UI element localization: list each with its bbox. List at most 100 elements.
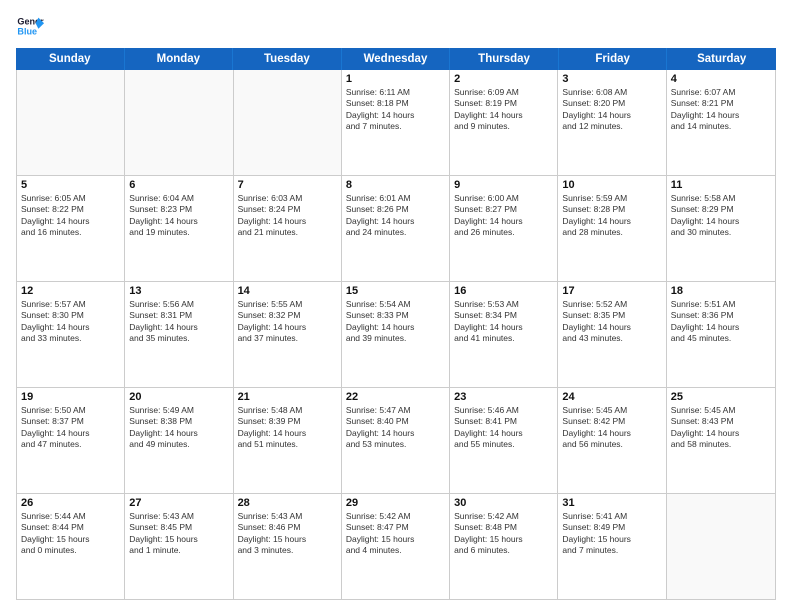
calendar-cell-r4c5: 31 Sunrise: 5:41 AM Sunset: 8:49 PM Dayli…: [558, 494, 666, 599]
calendar-cell-r0c1: [125, 70, 233, 175]
cell-text: Sunrise: 5:55 AM Sunset: 8:32 PM Dayligh…: [238, 299, 337, 345]
calendar-cell-r1c1: 6 Sunrise: 6:04 AM Sunset: 8:23 PM Daylig…: [125, 176, 233, 281]
calendar-cell-r3c4: 23Sunrise: 5:46 AM Sunset: 8:41 PM Dayli…: [450, 388, 558, 493]
cell-text: Sunrise: 6:05 AM Sunset: 8:22 PM Dayligh…: [21, 193, 120, 239]
calendar-cell-r0c0: [17, 70, 125, 175]
cell-text: Sunrise: 5:41 AM Sunset: 8:49 PM Dayligh…: [562, 511, 661, 557]
day-number: 6: [129, 179, 228, 191]
logo-icon: General Blue: [16, 12, 44, 40]
day-number: 10: [562, 179, 661, 191]
page: General Blue Sunday Monday Tuesday Wedne…: [0, 0, 792, 612]
calendar-cell-r2c2: 14 Sunrise: 5:55 AM Sunset: 8:32 PM Dayli…: [234, 282, 342, 387]
calendar-cell-r2c6: 18 Sunrise: 5:51 AM Sunset: 8:36 PM Dayli…: [667, 282, 775, 387]
cell-text: Sunrise: 5:57 AM Sunset: 8:30 PM Dayligh…: [21, 299, 120, 345]
cell-text: Sunrise: 5:54 AM Sunset: 8:33 PM Dayligh…: [346, 299, 445, 345]
calendar-cell-r3c1: 20 Sunrise: 5:49 AM Sunset: 8:38 PM Dayli…: [125, 388, 233, 493]
header: General Blue: [16, 12, 776, 40]
day-number: 27: [129, 497, 228, 509]
day-number: 20: [129, 391, 228, 403]
calendar-cell-r3c2: 21 Sunrise: 5:48 AM Sunset: 8:39 PM Dayli…: [234, 388, 342, 493]
day-number: 14: [238, 285, 337, 297]
calendar: Sunday Monday Tuesday Wednesday Thursday…: [16, 48, 776, 600]
calendar-cell-r3c5: 24 Sunrise: 5:45 AM Sunset: 8:42 PM Dayli…: [558, 388, 666, 493]
cell-text: Sunrise: 5:45 AM Sunset: 8:42 PM Dayligh…: [562, 405, 661, 451]
cell-text: Sunrise: 5:42 AM Sunset: 8:47 PM Dayligh…: [346, 511, 445, 557]
calendar-cell-r3c6: 25Sunrise: 5:45 AM Sunset: 8:43 PM Dayli…: [667, 388, 775, 493]
calendar-cell-r3c3: 22 Sunrise: 5:47 AM Sunset: 8:40 PM Dayli…: [342, 388, 450, 493]
header-monday: Monday: [125, 48, 234, 70]
day-number: 1: [346, 73, 445, 85]
calendar-cell-r4c3: 29 Sunrise: 5:42 AM Sunset: 8:47 PM Dayli…: [342, 494, 450, 599]
calendar-week-3: 12Sunrise: 5:57 AM Sunset: 8:30 PM Dayli…: [17, 282, 775, 388]
day-number: 9: [454, 179, 553, 191]
cell-text: Sunrise: 5:43 AM Sunset: 8:46 PM Dayligh…: [238, 511, 337, 557]
cell-text: Sunrise: 6:11 AM Sunset: 8:18 PM Dayligh…: [346, 87, 445, 133]
day-number: 19: [21, 391, 120, 403]
cell-text: Sunrise: 5:58 AM Sunset: 8:29 PM Dayligh…: [671, 193, 771, 239]
cell-text: Sunrise: 5:47 AM Sunset: 8:40 PM Dayligh…: [346, 405, 445, 451]
cell-text: Sunrise: 6:01 AM Sunset: 8:26 PM Dayligh…: [346, 193, 445, 239]
calendar-week-4: 19Sunrise: 5:50 AM Sunset: 8:37 PM Dayli…: [17, 388, 775, 494]
day-number: 18: [671, 285, 771, 297]
day-number: 22: [346, 391, 445, 403]
day-number: 3: [562, 73, 661, 85]
cell-text: Sunrise: 6:04 AM Sunset: 8:23 PM Dayligh…: [129, 193, 228, 239]
calendar-cell-r0c6: 4Sunrise: 6:07 AM Sunset: 8:21 PM Daylig…: [667, 70, 775, 175]
calendar-cell-r1c2: 7Sunrise: 6:03 AM Sunset: 8:24 PM Daylig…: [234, 176, 342, 281]
calendar-cell-r2c3: 15 Sunrise: 5:54 AM Sunset: 8:33 PM Dayli…: [342, 282, 450, 387]
calendar-cell-r4c2: 28 Sunrise: 5:43 AM Sunset: 8:46 PM Dayli…: [234, 494, 342, 599]
day-number: 7: [238, 179, 337, 191]
calendar-week-2: 5 Sunrise: 6:05 AM Sunset: 8:22 PM Daylig…: [17, 176, 775, 282]
header-tuesday: Tuesday: [233, 48, 342, 70]
calendar-cell-r1c5: 10 Sunrise: 5:59 AM Sunset: 8:28 PM Dayli…: [558, 176, 666, 281]
header-wednesday: Wednesday: [342, 48, 451, 70]
calendar-cell-r1c6: 11 Sunrise: 5:58 AM Sunset: 8:29 PM Dayli…: [667, 176, 775, 281]
calendar-header: Sunday Monday Tuesday Wednesday Thursday…: [16, 48, 776, 70]
cell-text: Sunrise: 5:51 AM Sunset: 8:36 PM Dayligh…: [671, 299, 771, 345]
day-number: 2: [454, 73, 553, 85]
cell-text: Sunrise: 5:56 AM Sunset: 8:31 PM Dayligh…: [129, 299, 228, 345]
day-number: 8: [346, 179, 445, 191]
cell-text: Sunrise: 5:59 AM Sunset: 8:28 PM Dayligh…: [562, 193, 661, 239]
cell-text: Sunrise: 5:53 AM Sunset: 8:34 PM Dayligh…: [454, 299, 553, 345]
cell-text: Sunrise: 5:42 AM Sunset: 8:48 PM Dayligh…: [454, 511, 553, 557]
calendar-week-1: 1 Sunrise: 6:11 AM Sunset: 8:18 PM Daylig…: [17, 70, 775, 176]
cell-text: Sunrise: 5:44 AM Sunset: 8:44 PM Dayligh…: [21, 511, 120, 557]
calendar-cell-r2c0: 12Sunrise: 5:57 AM Sunset: 8:30 PM Dayli…: [17, 282, 125, 387]
day-number: 5: [21, 179, 120, 191]
calendar-rows: 1 Sunrise: 6:11 AM Sunset: 8:18 PM Daylig…: [17, 70, 775, 599]
calendar-cell-r2c5: 17 Sunrise: 5:52 AM Sunset: 8:35 PM Dayli…: [558, 282, 666, 387]
header-sunday: Sunday: [16, 48, 125, 70]
day-number: 23: [454, 391, 553, 403]
calendar-cell-r1c3: 8 Sunrise: 6:01 AM Sunset: 8:26 PM Daylig…: [342, 176, 450, 281]
cell-text: Sunrise: 5:43 AM Sunset: 8:45 PM Dayligh…: [129, 511, 228, 557]
cell-text: Sunrise: 5:45 AM Sunset: 8:43 PM Dayligh…: [671, 405, 771, 451]
day-number: 13: [129, 285, 228, 297]
day-number: 28: [238, 497, 337, 509]
day-number: 31: [562, 497, 661, 509]
calendar-cell-r4c6: [667, 494, 775, 599]
day-number: 24: [562, 391, 661, 403]
cell-text: Sunrise: 5:52 AM Sunset: 8:35 PM Dayligh…: [562, 299, 661, 345]
calendar-cell-r0c3: 1 Sunrise: 6:11 AM Sunset: 8:18 PM Daylig…: [342, 70, 450, 175]
day-number: 15: [346, 285, 445, 297]
calendar-cell-r4c0: 26 Sunrise: 5:44 AM Sunset: 8:44 PM Dayli…: [17, 494, 125, 599]
calendar-cell-r2c4: 16Sunrise: 5:53 AM Sunset: 8:34 PM Dayli…: [450, 282, 558, 387]
cell-text: Sunrise: 5:48 AM Sunset: 8:39 PM Dayligh…: [238, 405, 337, 451]
cell-text: Sunrise: 6:00 AM Sunset: 8:27 PM Dayligh…: [454, 193, 553, 239]
header-saturday: Saturday: [667, 48, 776, 70]
header-thursday: Thursday: [450, 48, 559, 70]
calendar-body: 1 Sunrise: 6:11 AM Sunset: 8:18 PM Daylig…: [16, 70, 776, 600]
logo-area: General Blue: [16, 12, 48, 40]
header-friday: Friday: [559, 48, 668, 70]
day-number: 11: [671, 179, 771, 191]
day-number: 17: [562, 285, 661, 297]
calendar-cell-r3c0: 19Sunrise: 5:50 AM Sunset: 8:37 PM Dayli…: [17, 388, 125, 493]
day-number: 29: [346, 497, 445, 509]
day-number: 21: [238, 391, 337, 403]
calendar-cell-r1c0: 5 Sunrise: 6:05 AM Sunset: 8:22 PM Daylig…: [17, 176, 125, 281]
calendar-cell-r4c1: 27 Sunrise: 5:43 AM Sunset: 8:45 PM Dayli…: [125, 494, 233, 599]
cell-text: Sunrise: 5:49 AM Sunset: 8:38 PM Dayligh…: [129, 405, 228, 451]
cell-text: Sunrise: 6:09 AM Sunset: 8:19 PM Dayligh…: [454, 87, 553, 133]
day-number: 26: [21, 497, 120, 509]
